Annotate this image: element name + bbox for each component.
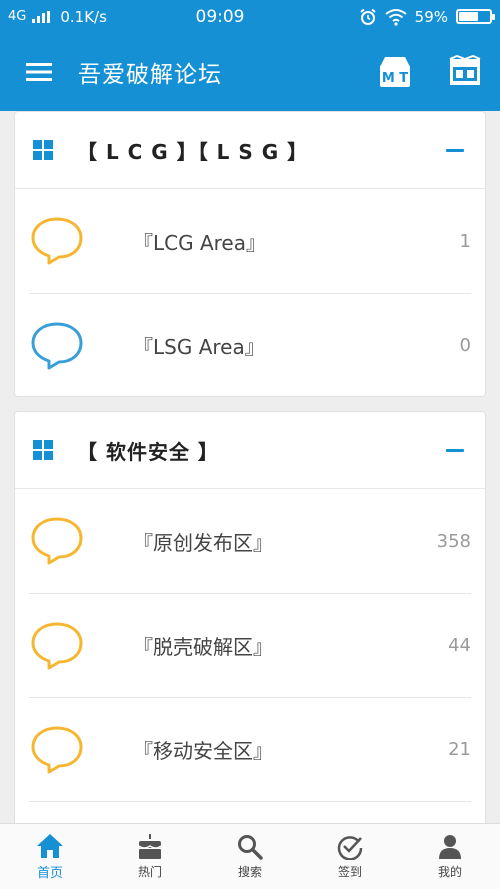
chat-bubble-icon (29, 213, 85, 269)
grid-icon (33, 440, 53, 460)
signal-icon (32, 10, 51, 23)
home-icon (37, 833, 63, 858)
section-card: 【 软件安全 】 『原创发布区』 358 『脱壳破解区』 44 『移动安全区』 … (14, 411, 486, 823)
forum-row[interactable]: 『LCG Area』 1 (29, 189, 471, 293)
battery-fill (459, 12, 478, 21)
nav-label: 热门 (137, 864, 162, 879)
forum-list: 【 L C G 】【 L S G 】 『LCG Area』 1 『LSG Are… (0, 111, 500, 823)
nav-hot[interactable]: 热门 (100, 824, 200, 889)
forum-name: 『脱壳破解区』 (133, 635, 273, 659)
network-speed: 0.1K/s (60, 7, 107, 26)
status-bar-right: 59% (312, 7, 495, 26)
search-icon (238, 834, 263, 860)
forum-row[interactable]: 『原创发布区』 358 (29, 489, 471, 593)
menu-button[interactable] (0, 33, 78, 111)
hamburger-icon (26, 63, 52, 81)
forum-name: 『原创发布区』 (133, 530, 273, 555)
wuai-button[interactable] (430, 33, 500, 111)
forum-row[interactable]: 『移动安全区』 21 (29, 697, 471, 801)
forum-count: 0 (459, 335, 471, 356)
minus-icon (446, 148, 464, 152)
nav-label: 搜索 (237, 864, 262, 879)
chat-bubble-icon (29, 618, 85, 674)
status-bar: 4G 0.1K/s 09:09 59% (0, 0, 500, 33)
section-header: 【 软件安全 】 (15, 412, 485, 489)
forum-count: 44 (448, 635, 471, 656)
nav-checkin[interactable]: 签到 (300, 824, 400, 889)
clock: 09:09 (195, 6, 245, 27)
forum-count: 21 (448, 739, 471, 760)
nav-profile[interactable]: 我的 (400, 824, 500, 889)
battery-icon (456, 9, 495, 24)
cake-icon (138, 833, 162, 859)
nav-home[interactable]: 首页 (0, 824, 100, 889)
forum-count: 358 (436, 530, 471, 552)
network-type: 4G (8, 9, 27, 24)
mt-manager-button[interactable]: M T (360, 33, 430, 111)
forum-row[interactable]: 『脱壳破解区』 44 (29, 593, 471, 697)
chat-bubble-icon (29, 513, 85, 569)
wuai-icon (449, 55, 481, 85)
collapse-button[interactable] (425, 112, 485, 189)
section-card: 【 L C G 】【 L S G 】 『LCG Area』 1 『LSG Are… (14, 111, 486, 397)
section-title: 【 软件安全 】 (77, 439, 219, 464)
forum-count: 1 (459, 230, 471, 252)
app-title: 吾爱破解论坛 (78, 62, 222, 88)
chat-bubble-icon (29, 722, 85, 778)
chat-bubble-icon (29, 318, 85, 374)
battery-percent: 59% (414, 7, 448, 26)
section-header: 【 L C G 】【 L S G 】 (15, 112, 485, 189)
forum-name: 『LSG Area』 (133, 335, 265, 359)
check-circle-icon (337, 835, 363, 860)
forum-name: 『移动安全区』 (133, 739, 273, 763)
section-title: 【 L C G 】【 L S G 】 (77, 139, 309, 164)
collapse-button[interactable] (425, 412, 485, 489)
user-icon (439, 834, 461, 859)
alarm-icon (360, 8, 376, 25)
nav-label: 我的 (437, 864, 462, 879)
bottom-nav: 首页 热门 搜索 签到 我的 (0, 823, 500, 889)
svg-text:M T: M T (382, 71, 408, 86)
forum-name: 『LCG Area』 (133, 230, 266, 255)
forum-row[interactable] (29, 801, 471, 823)
app-bar: 吾爱破解论坛 M T (0, 33, 500, 111)
grid-icon (33, 140, 53, 160)
forum-row[interactable]: 『LSG Area』 0 (29, 293, 471, 397)
nav-search[interactable]: 搜索 (200, 824, 300, 889)
wifi-icon (385, 8, 407, 26)
minus-icon (446, 448, 464, 452)
mt-manager-icon: M T (380, 57, 410, 87)
nav-label: 签到 (337, 864, 362, 879)
nav-label: 首页 (36, 865, 63, 881)
